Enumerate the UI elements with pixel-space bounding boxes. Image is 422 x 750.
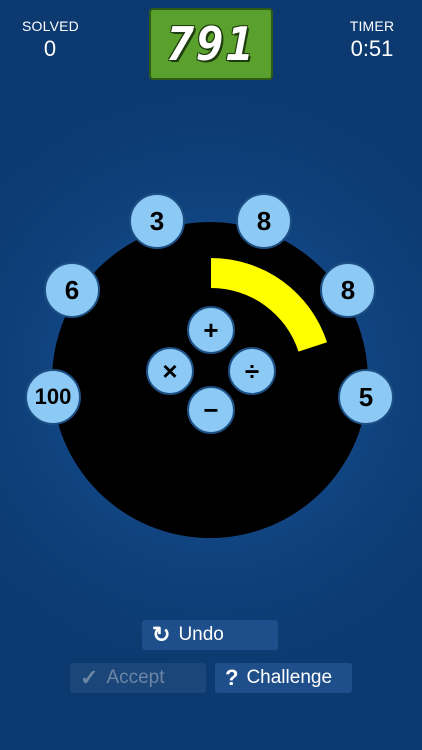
accept-label: Accept <box>106 667 165 688</box>
timer-label: TIMER <box>349 18 395 34</box>
solved-stat: SOLVED 0 <box>22 18 79 62</box>
challenge-button[interactable]: ? Challenge <box>215 663 352 693</box>
number-tile-5[interactable]: 100 <box>25 369 81 425</box>
number-tile-1[interactable]: 3 <box>129 193 185 249</box>
challenge-label: Challenge <box>246 667 333 688</box>
add-operator-button[interactable]: + <box>187 306 235 354</box>
undo-icon: ↻ <box>152 622 171 647</box>
undo-label: Undo <box>178 624 224 645</box>
multiply-operator-button[interactable]: × <box>146 347 194 395</box>
target-number-display: 791 <box>149 8 273 80</box>
timer-stat: TIMER 0:51 <box>342 18 402 62</box>
number-tile-2[interactable]: 8 <box>236 193 292 249</box>
target-number: 791 <box>166 17 256 71</box>
game-board <box>52 222 368 538</box>
number-tile-6[interactable]: 5 <box>338 369 394 425</box>
number-tile-4[interactable]: 8 <box>320 262 376 318</box>
solved-value: 0 <box>43 36 57 61</box>
timer-value: 0:51 <box>350 36 394 61</box>
accept-button[interactable]: ✓ Accept <box>70 663 206 693</box>
undo-button[interactable]: ↻ Undo <box>142 620 278 650</box>
subtract-operator-button[interactable]: − <box>187 386 235 434</box>
question-icon: ? <box>225 665 239 690</box>
number-tile-3[interactable]: 6 <box>44 262 100 318</box>
divide-operator-button[interactable]: ÷ <box>228 347 276 395</box>
solved-label: SOLVED <box>22 18 79 34</box>
check-icon: ✓ <box>80 665 99 690</box>
